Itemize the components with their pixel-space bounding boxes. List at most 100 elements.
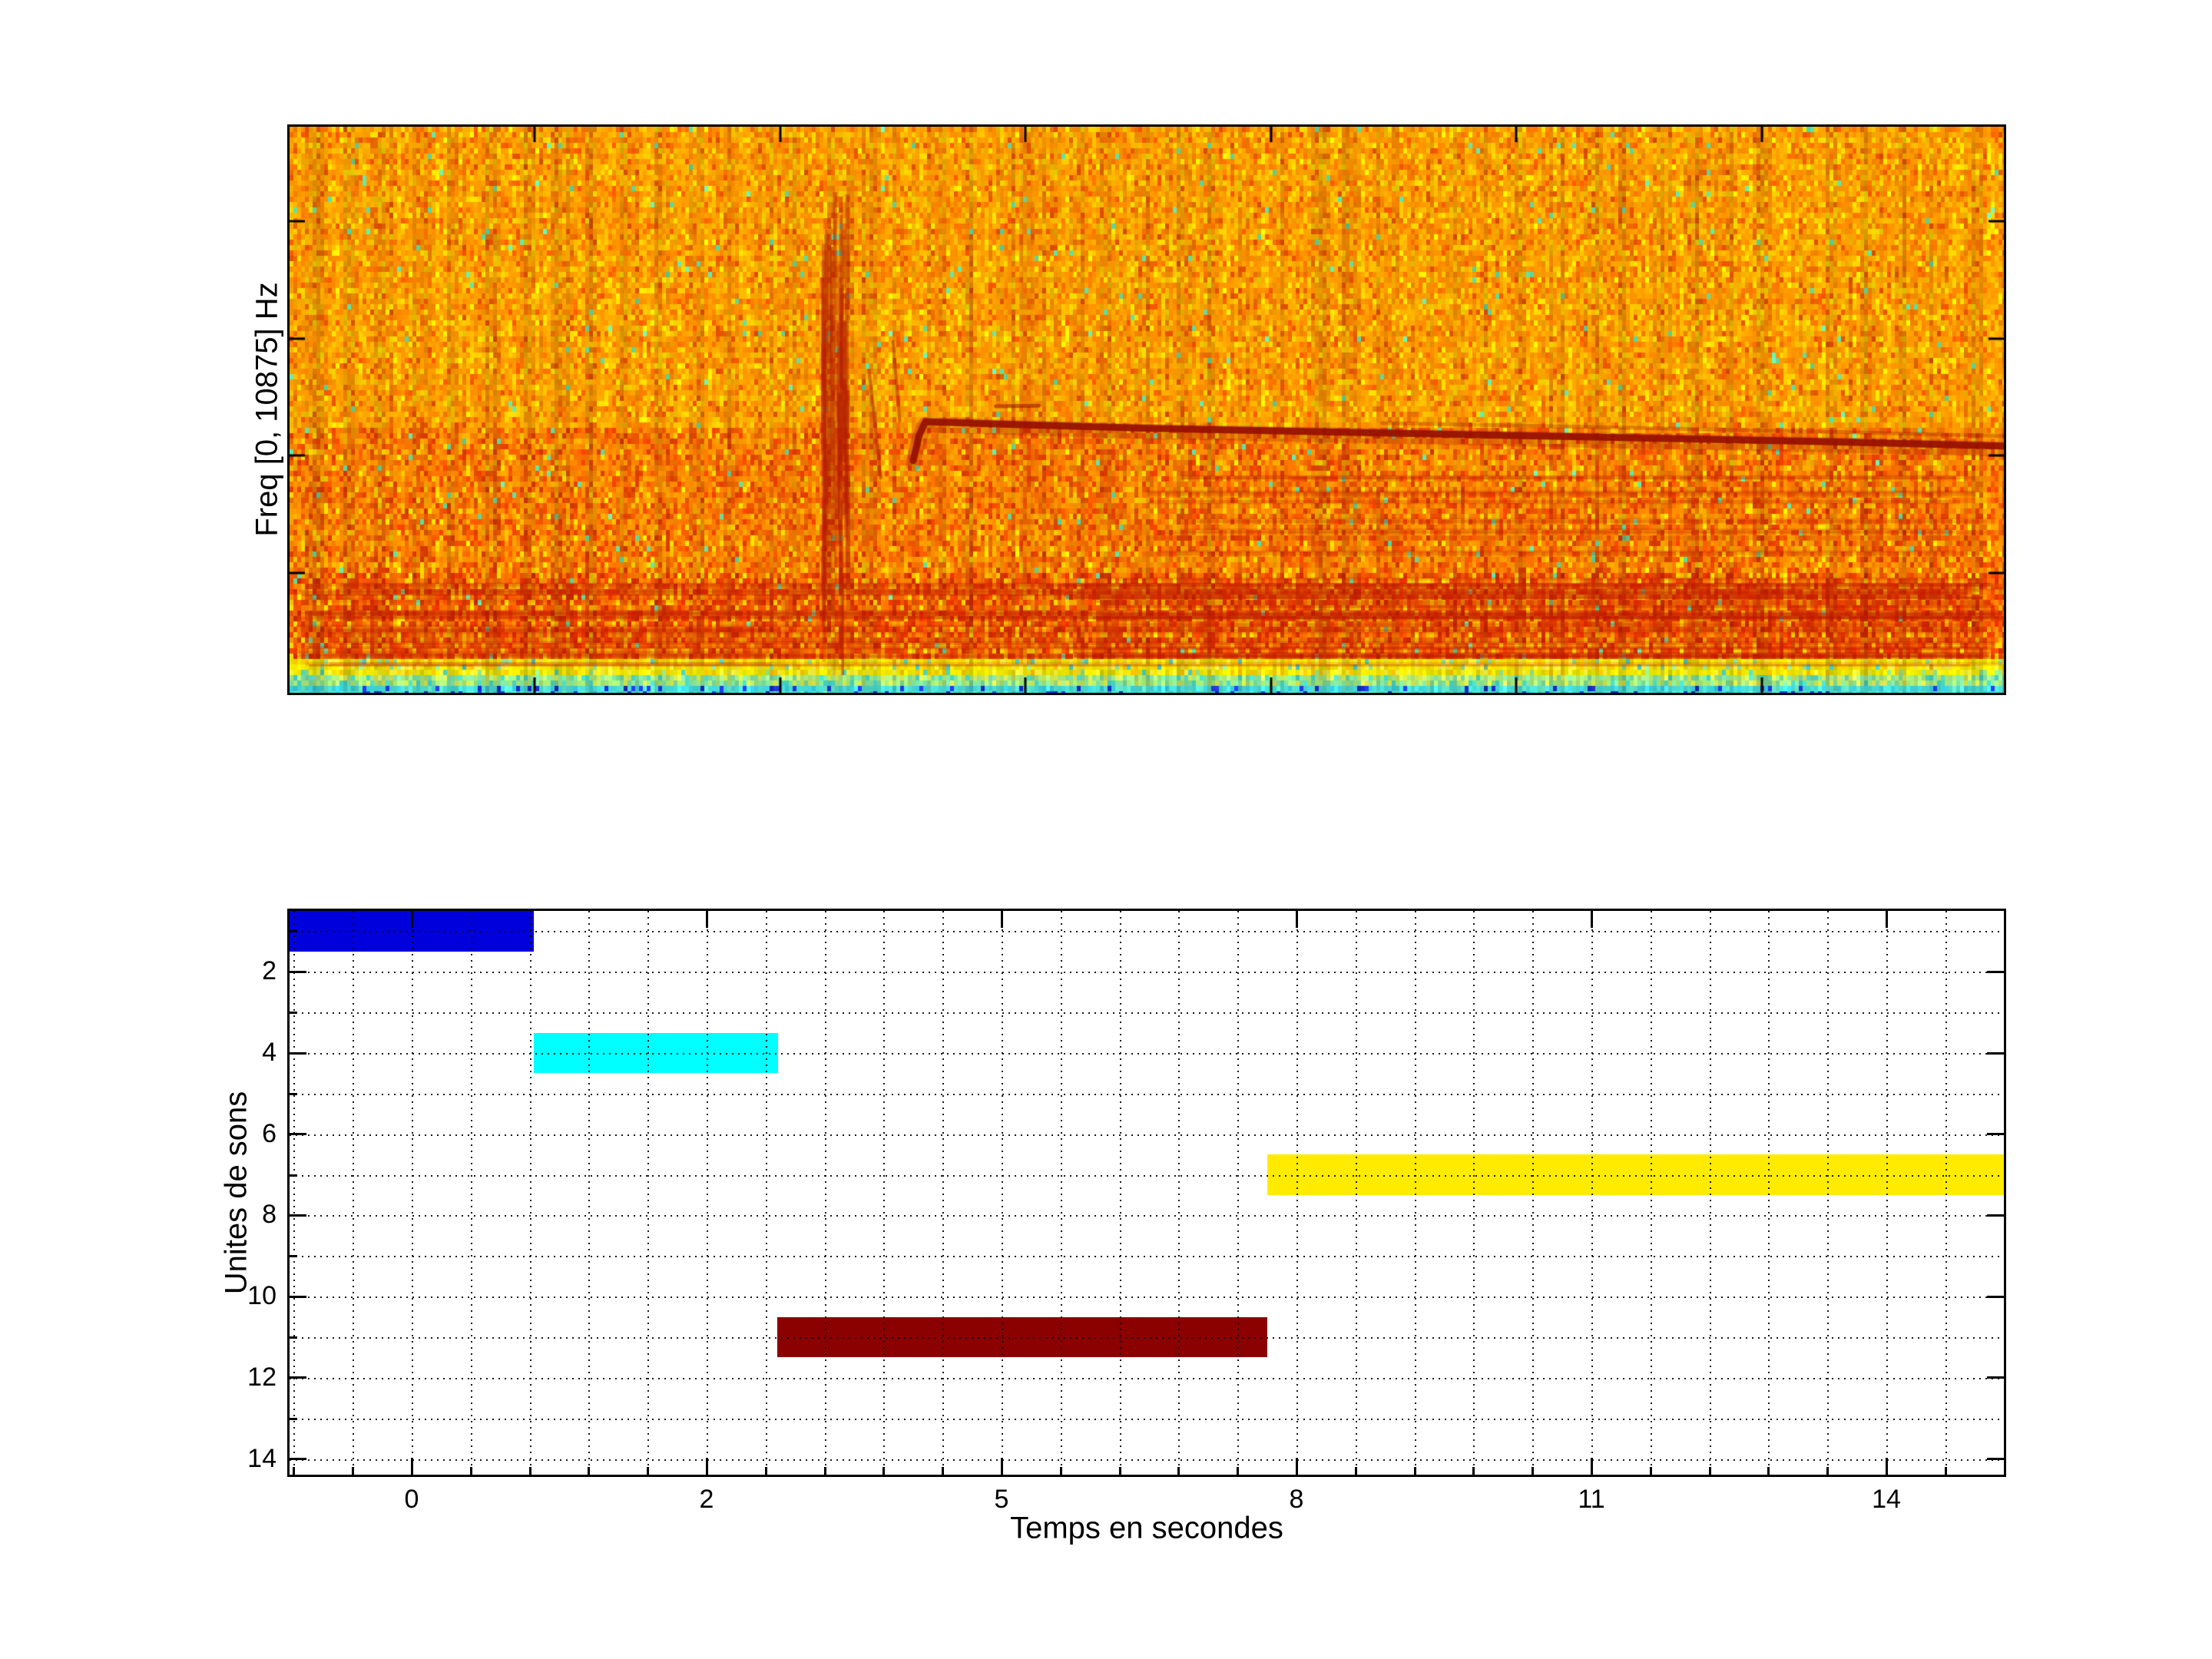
y-major-tick [290, 1376, 306, 1379]
x-tick-label: 5 [955, 1485, 1048, 1515]
x-minor-tick [1709, 1467, 1711, 1475]
gridline-horizontal [290, 1419, 2004, 1420]
gridline-horizontal [290, 1256, 2004, 1257]
x-minor-tick [1119, 1467, 1121, 1475]
x-minor-tick [1826, 1467, 1829, 1475]
spectrogram-ylabel: Freq [0, 10875] Hz [250, 282, 285, 536]
gridline-vertical [647, 911, 649, 1475]
gridline-horizontal [290, 1012, 2004, 1014]
x-major-tick [1886, 911, 1888, 928]
gridline-vertical [588, 911, 590, 1475]
y-tick-label: 12 [207, 1363, 276, 1392]
x-minor-tick [293, 1467, 295, 1475]
x-tick-label: 0 [366, 1485, 458, 1515]
x-major-tick [1296, 911, 1298, 928]
x-major-tick [1591, 911, 1593, 928]
x-minor-tick [1767, 1467, 1770, 1475]
gridline-vertical [1473, 911, 1475, 1475]
x-major-tick [706, 911, 708, 928]
y-major-tick [1987, 1296, 2004, 1298]
y-tick-label: 8 [207, 1200, 276, 1230]
y-major-tick [1987, 1133, 2004, 1135]
gridline-vertical [1886, 911, 1888, 1475]
gridline-horizontal [290, 1094, 2004, 1095]
y-tick-label: 4 [207, 1038, 276, 1068]
gridline-horizontal [290, 1337, 2004, 1339]
gridline-vertical [766, 911, 767, 1475]
x-minor-tick [647, 1467, 649, 1475]
x-minor-tick [470, 1467, 472, 1475]
x-major-tick [1001, 1458, 1003, 1475]
x-tick-label: 11 [1545, 1485, 1637, 1515]
y-major-tick [1987, 971, 2004, 973]
gridline-horizontal [290, 1175, 2004, 1177]
x-minor-tick [765, 1467, 767, 1475]
gantt-xlabel: Temps en secondes [1010, 1512, 1283, 1546]
y-minor-tick [290, 1336, 297, 1339]
x-major-tick [1886, 1458, 1888, 1475]
y-major-tick [1987, 1376, 2004, 1379]
x-minor-tick [882, 1467, 885, 1475]
gridline-vertical [1651, 911, 1652, 1475]
gridline-vertical [825, 911, 826, 1475]
gridline-vertical [412, 911, 413, 1475]
x-major-tick [1296, 1458, 1298, 1475]
gridline-horizontal [290, 1215, 2004, 1217]
x-major-tick [411, 911, 413, 928]
gridline-vertical [1061, 911, 1062, 1475]
gridline-vertical [1120, 911, 1121, 1475]
gridline-horizontal [290, 1378, 2004, 1379]
x-minor-tick [529, 1467, 531, 1475]
gridline-vertical [1296, 911, 1298, 1475]
x-major-tick [1591, 1458, 1593, 1475]
gridline-vertical [883, 911, 885, 1475]
gridline-horizontal [290, 972, 2004, 973]
gridline-vertical [293, 911, 295, 1475]
gridline-vertical [1002, 911, 1003, 1475]
gridline-horizontal [290, 1053, 2004, 1055]
x-minor-tick [1414, 1467, 1416, 1475]
gridline-vertical [471, 911, 472, 1475]
y-major-tick [290, 1458, 306, 1460]
gridline-vertical [1356, 911, 1357, 1475]
gridline-vertical [1591, 911, 1593, 1475]
x-minor-tick [942, 1467, 944, 1475]
spectrogram-plot [287, 124, 2006, 695]
x-minor-tick [824, 1467, 826, 1475]
gridline-vertical [1768, 911, 1770, 1475]
gridline-horizontal [290, 931, 2004, 932]
y-major-tick [290, 1296, 306, 1298]
x-minor-tick [1177, 1467, 1180, 1475]
gridline-horizontal [290, 1459, 2004, 1461]
y-minor-tick [290, 1093, 297, 1095]
x-minor-tick [1355, 1467, 1357, 1475]
y-major-tick [290, 971, 306, 973]
y-major-tick [290, 1052, 306, 1055]
x-tick-label: 2 [661, 1485, 753, 1515]
gridline-vertical [1178, 911, 1180, 1475]
x-minor-tick [1237, 1467, 1239, 1475]
gridline-vertical [1945, 911, 1947, 1475]
x-minor-tick [1060, 1467, 1062, 1475]
y-major-tick [1987, 1052, 2004, 1055]
y-minor-tick [290, 1255, 297, 1257]
figure-canvas: Freq [0, 10875] Hz Unites de sons Temps … [0, 0, 2212, 1659]
gridline-vertical [1532, 911, 1534, 1475]
x-minor-tick [1945, 1467, 1947, 1475]
spectrogram-image [290, 127, 2004, 693]
gridline-vertical [942, 911, 944, 1475]
gridline-vertical [1710, 911, 1711, 1475]
y-tick-label: 2 [207, 956, 276, 986]
gridline-horizontal [290, 1296, 2004, 1298]
gridline-vertical [707, 911, 708, 1475]
y-minor-tick [290, 930, 297, 932]
y-minor-tick [290, 1418, 297, 1420]
y-tick-label: 6 [207, 1119, 276, 1149]
gridline-vertical [353, 911, 354, 1475]
y-minor-tick [290, 1174, 297, 1177]
y-major-tick [290, 1214, 306, 1217]
y-major-tick [1987, 1458, 2004, 1460]
x-minor-tick [352, 1467, 354, 1475]
x-minor-tick [1650, 1467, 1652, 1475]
gridline-vertical [530, 911, 531, 1475]
